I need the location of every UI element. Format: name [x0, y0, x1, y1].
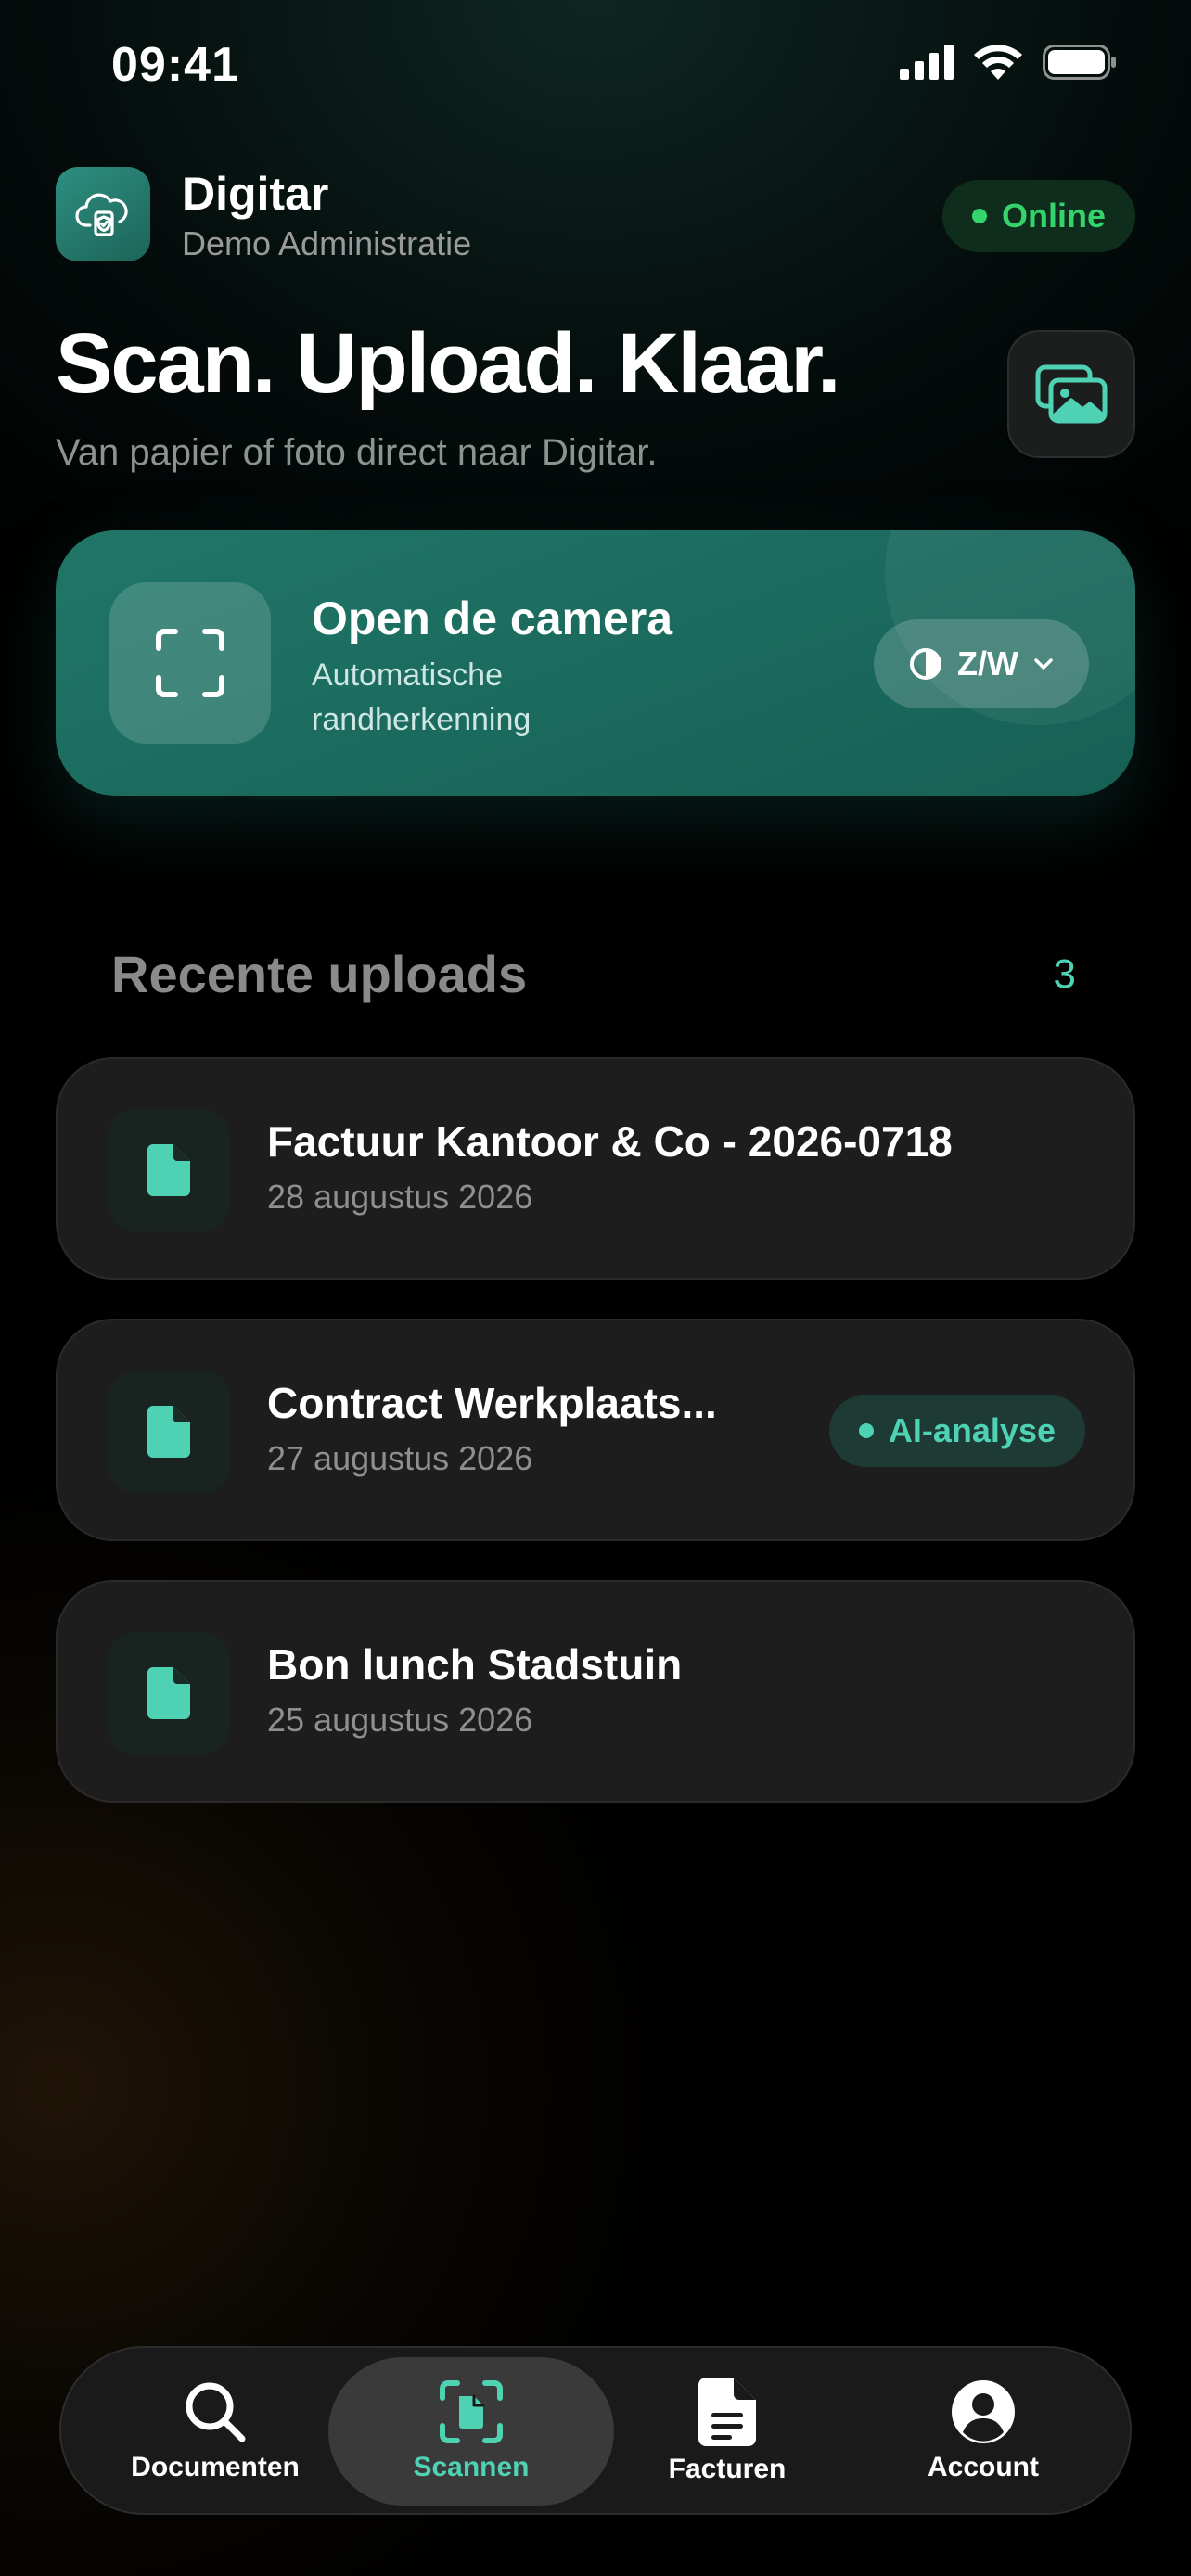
account-icon: [952, 2380, 1015, 2443]
tab-scannen[interactable]: Scannen: [328, 2357, 614, 2506]
upload-item[interactable]: Factuur Kantoor & Co - 2026-0718 28 augu…: [56, 1057, 1135, 1280]
status-bar: 09:41: [0, 0, 1191, 139]
ai-analysis-badge: AI-analyse: [828, 1395, 1085, 1467]
administration-name: Demo Administratie: [182, 224, 472, 262]
tab-bar: Documenten Scannen Facturen Account: [59, 2346, 1132, 2515]
invoice-document-icon: [698, 2378, 756, 2446]
tab-label: Documenten: [131, 2452, 300, 2482]
photo-gallery-icon: [1035, 364, 1108, 424]
hero-subtitle: Van papier of foto direct naar Digitar.: [56, 432, 658, 473]
open-camera-card[interactable]: Open de camera Automatische randherkenni…: [56, 530, 1135, 796]
camera-title: Open de camera: [312, 593, 673, 644]
upload-date: 27 augustus 2026: [267, 1439, 533, 1477]
tab-label: Facturen: [668, 2454, 787, 2484]
cloud-shield-icon: [75, 193, 128, 236]
app-name: Digitar: [182, 168, 329, 220]
search-icon: [186, 2382, 246, 2442]
tab-label: Scannen: [413, 2452, 530, 2482]
upload-item[interactable]: Bon lunch Stadstuin 25 augustus 2026: [56, 1580, 1135, 1803]
ai-status-dot-icon: [858, 1423, 874, 1438]
online-dot-icon: [971, 209, 987, 223]
tab-account[interactable]: Account: [840, 2357, 1126, 2506]
wifi-icon: [974, 45, 1022, 80]
camera-subtitle: Automatische randherkenning: [312, 657, 531, 737]
chevron-down-icon: [1034, 658, 1053, 670]
hero-title: Scan. Upload. Klaar.: [56, 316, 841, 411]
tab-documenten[interactable]: Documenten: [72, 2357, 358, 2506]
upload-date: 25 augustus 2026: [267, 1701, 533, 1739]
contrast-icon: [910, 648, 942, 680]
status-time: 09:41: [111, 38, 239, 92]
document-icon: [147, 1667, 190, 1719]
app-header: Digitar Demo Administratie Online: [56, 167, 1135, 263]
ai-analysis-label: AI-analyse: [888, 1411, 1056, 1449]
document-icon: [147, 1406, 190, 1458]
upload-date: 28 augustus 2026: [267, 1178, 533, 1216]
status-icons: [900, 45, 1117, 80]
battery-icon: [1043, 45, 1116, 80]
document-thumbnail: [108, 1109, 230, 1231]
tab-facturen[interactable]: Facturen: [584, 2357, 870, 2506]
recent-uploads-title: Recente uploads: [111, 945, 528, 1003]
recent-uploads-count: 3: [1053, 951, 1076, 997]
app-logo: [56, 167, 150, 261]
upload-title: Contract Werkplaats...: [267, 1379, 717, 1427]
color-mode-dropdown[interactable]: Z/W: [874, 619, 1089, 708]
tab-label: Account: [928, 2452, 1039, 2482]
document-thumbnail: [108, 1632, 230, 1754]
online-status-label: Online: [1001, 197, 1106, 235]
document-icon: [147, 1144, 190, 1196]
scan-frame-icon: [156, 629, 224, 697]
scan-document-icon: [440, 2380, 503, 2443]
cellular-signal-icon: [900, 45, 954, 80]
upload-item[interactable]: Contract Werkplaats... 27 augustus 2026 …: [56, 1319, 1135, 1541]
document-thumbnail: [108, 1371, 230, 1493]
upload-title: Bon lunch Stadstuin: [267, 1640, 683, 1689]
online-status-badge: Online: [941, 180, 1135, 252]
color-mode-label: Z/W: [957, 644, 1018, 682]
photo-gallery-button[interactable]: [1007, 330, 1135, 458]
scan-frame-button[interactable]: [109, 582, 271, 744]
upload-title: Factuur Kantoor & Co - 2026-0718: [267, 1117, 953, 1166]
